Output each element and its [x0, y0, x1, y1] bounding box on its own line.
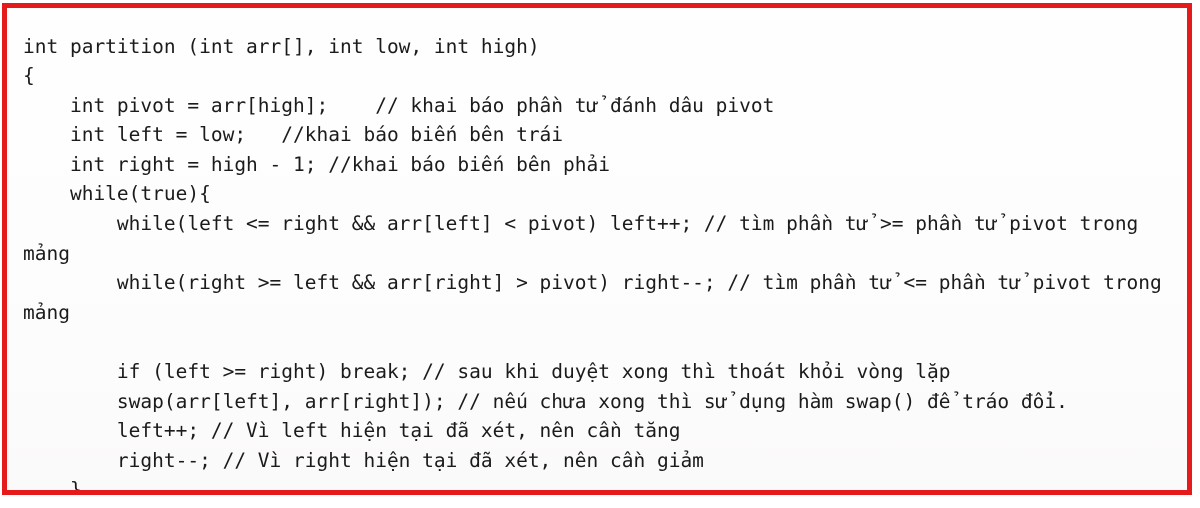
code-line: right--; // Vì right hiện tại đã xét, nê… — [23, 448, 704, 472]
code-surface: int partition (int arr[], int low, int h… — [7, 8, 1187, 490]
code-snippet-frame: int partition (int arr[], int low, int h… — [2, 3, 1192, 495]
code-line: while(right >= left && arr[right] > pivo… — [23, 271, 1174, 324]
code-line: while(left <= right && arr[left] < pivot… — [23, 212, 1151, 265]
code-line: int pivot = arr[high]; // khai báo phần … — [23, 93, 775, 117]
code-line: int partition (int arr[], int low, int h… — [23, 34, 540, 58]
code-line: swap(arr[left], arr[right]); // nếu chưa… — [23, 389, 1068, 413]
code-content: int partition (int arr[], int low, int h… — [23, 32, 1187, 495]
code-line: int right = high - 1; //khai báo biến bê… — [23, 152, 610, 176]
code-block: int partition (int arr[], int low, int h… — [23, 32, 1187, 495]
code-line: int left = low; //khai báo biến bên trái — [23, 123, 564, 147]
code-line: if (left >= right) break; // sau khi duy… — [23, 360, 951, 384]
code-line: { — [23, 64, 35, 88]
code-line: while(true){ — [23, 182, 211, 206]
code-line: left++; // Vì left hiện tại đã xét, nên … — [23, 419, 681, 443]
code-line: } — [23, 478, 82, 495]
